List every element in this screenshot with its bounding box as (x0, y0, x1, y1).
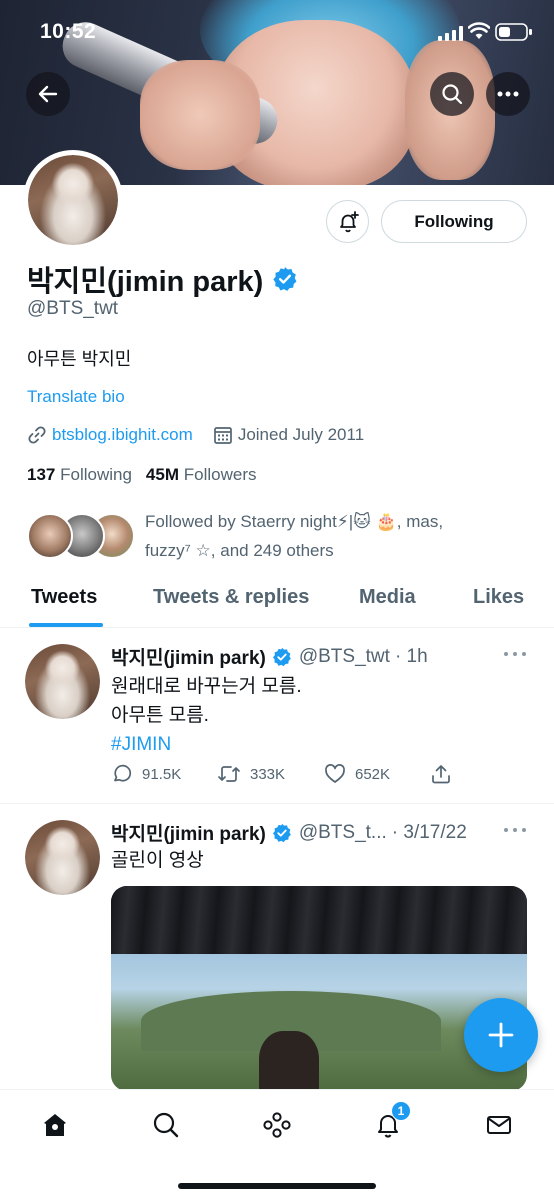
more-options-button[interactable] (486, 72, 530, 116)
link-icon (28, 426, 46, 444)
reply-icon (114, 764, 132, 782)
tweet-text-line: 아무튼 모름. (111, 705, 209, 726)
share-icon (432, 765, 450, 784)
profile-name: 박지민(jimin park) (27, 258, 298, 300)
retweet-icon (218, 766, 240, 782)
nav-spaces[interactable] (260, 1108, 294, 1142)
status-bar: 10:52 (0, 0, 554, 62)
tweet-author-name[interactable]: 박지민(jimin park) (111, 643, 266, 670)
tweet-text: 원래대로 바꾸는거 모름. 아무튼 모름. #JIMIN (111, 672, 302, 759)
profile-name-text: 박지민(jimin park) (27, 266, 264, 298)
following-count-link[interactable]: 137 Following (27, 465, 132, 484)
followed-by-section[interactable]: Followed by Staerry night⚡|🐱 🎂, mas, fuz… (27, 510, 547, 560)
tweet-author-name[interactable]: 박지민(jimin park) (111, 819, 266, 846)
nav-messages[interactable] (482, 1108, 516, 1142)
following-count: 137 (27, 465, 56, 484)
tweet-avatar-image (25, 644, 100, 719)
tweet-timestamp[interactable]: · 3/17/22 (392, 822, 467, 844)
battery-icon (495, 23, 532, 41)
followed-by-line1: Followed by Staerry night⚡|🐱 🎂, mas, (145, 512, 444, 531)
cellular-signal-icon (438, 26, 463, 41)
video-frame-ceiling (111, 886, 527, 954)
retweet-button[interactable]: 333K (217, 763, 285, 785)
followed-by-line2: fuzzy⁷ ☆, and 249 others (145, 541, 334, 560)
tweet-text-line: 골린이 영상 (111, 850, 204, 871)
active-tab-indicator (29, 623, 103, 627)
tweet-timestamp[interactable]: · 1h (395, 646, 428, 668)
home-indicator (178, 1183, 376, 1189)
profile-tabs: Tweets Tweets & replies Media Likes (0, 578, 554, 628)
heart-icon (325, 764, 345, 783)
search-icon (442, 84, 463, 105)
share-button[interactable] (430, 763, 452, 785)
mail-icon (487, 1116, 511, 1134)
translate-bio-link[interactable]: Translate bio (27, 387, 125, 407)
nav-search[interactable] (149, 1108, 183, 1142)
calendar-icon (213, 427, 232, 444)
back-button[interactable] (26, 72, 70, 116)
home-icon (44, 1114, 66, 1136)
reply-count: 91.5K (142, 765, 182, 783)
profile-bio: 아무튼 박지민 (27, 349, 132, 369)
tweet-hashtag[interactable]: #JIMIN (111, 730, 302, 759)
following-button[interactable]: Following (381, 200, 527, 243)
tab-tweets-and-replies[interactable]: Tweets & replies (153, 586, 309, 609)
nav-notifications[interactable]: 1 (371, 1101, 411, 1142)
spaces-icon (263, 1112, 291, 1138)
bell-plus-icon (339, 210, 359, 232)
profile-avatar-image (28, 155, 118, 245)
verified-badge-icon (272, 647, 291, 666)
search-button[interactable] (430, 72, 474, 116)
tweet-avatar-image (25, 820, 100, 895)
arrow-left-icon (38, 85, 58, 103)
video-frame-person (259, 1031, 319, 1091)
status-time: 10:52 (40, 20, 97, 43)
tweet-header: 박지민(jimin park) @BTS_twt · 1h (111, 643, 428, 670)
notifications-subscribe-button[interactable] (326, 200, 369, 243)
more-horizontal-icon[interactable] (503, 825, 527, 835)
tweet-author-handle: @BTS_t... (298, 821, 387, 843)
followers-count-label: Followers (183, 465, 257, 484)
tab-tweets[interactable]: Tweets (31, 586, 97, 609)
profile-handle: @BTS_twt (27, 298, 119, 319)
followed-by-avatars (27, 513, 137, 559)
tab-likes[interactable]: Likes (473, 586, 524, 609)
tweet-avatar[interactable] (25, 820, 100, 895)
tweet-author-handle: @BTS_twt (298, 645, 390, 667)
tweet-video-thumbnail[interactable] (111, 886, 527, 1091)
wifi-icon (468, 22, 490, 39)
verified-badge-icon (272, 823, 291, 842)
follower-avatar (27, 513, 73, 559)
profile-meta: btsblog.ibighit.com Joined July 2011 (27, 425, 364, 445)
compose-tweet-button[interactable] (464, 998, 538, 1072)
followers-count-link[interactable]: 45M Followers (146, 465, 257, 484)
followers-count: 45M (145, 465, 179, 484)
reply-button[interactable]: 91.5K (111, 763, 181, 785)
tweet[interactable]: 박지민(jimin park) @BTS_twt · 1h 원래대로 바꾸는거 … (0, 630, 554, 803)
search-icon (153, 1112, 179, 1138)
tweet-header: 박지민(jimin park) @BTS_t... · 3/17/22 (111, 819, 467, 846)
profile-website-link[interactable]: btsblog.ibighit.com (52, 425, 193, 445)
like-count: 652K (355, 765, 391, 783)
retweet-count: 333K (250, 765, 286, 783)
plus-icon (488, 1022, 514, 1048)
verified-badge-icon (273, 267, 297, 291)
banner-photo-hand (140, 60, 260, 170)
tweet-text: 골린이 영상 (111, 846, 204, 875)
followed-by-text: Followed by Staerry night⚡|🐱 🎂, mas, fuz… (145, 507, 545, 565)
following-count-label: Following (60, 465, 132, 484)
tweet-text-line: 원래대로 바꾸는거 모름. (111, 676, 302, 697)
more-horizontal-icon[interactable] (503, 649, 527, 659)
tweet-avatar[interactable] (25, 644, 100, 719)
tweet-actions: 91.5K 333K 652K (111, 763, 511, 787)
notification-badge: 1 (391, 1101, 411, 1121)
like-button[interactable]: 652K (324, 763, 390, 785)
profile-avatar[interactable] (23, 150, 123, 250)
more-horizontal-icon (497, 91, 519, 97)
tab-media[interactable]: Media (359, 586, 416, 609)
nav-home[interactable] (38, 1108, 72, 1142)
profile-joined-date: Joined July 2011 (237, 425, 365, 444)
profile-counts: 137 Following 45M Followers (27, 465, 256, 485)
